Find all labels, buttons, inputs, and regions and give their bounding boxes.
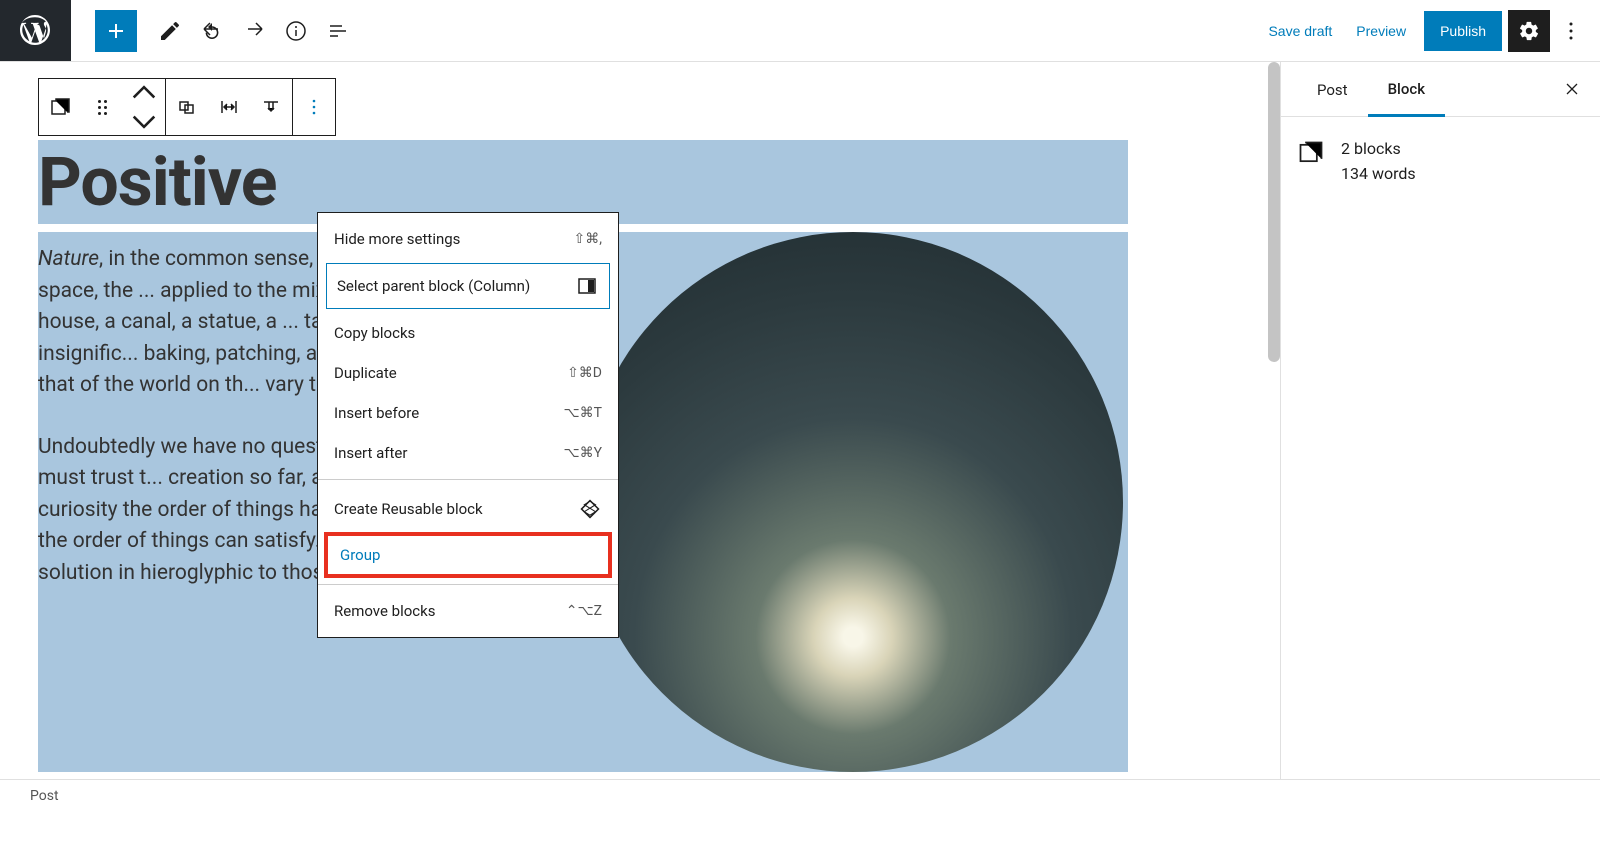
forest-image (583, 232, 1123, 772)
width-button[interactable] (208, 79, 250, 135)
insert-before-item[interactable]: Insert before ⌥⌘T (318, 393, 618, 433)
copy-blocks-item[interactable]: Copy blocks (318, 313, 618, 353)
tab-block[interactable]: Block (1368, 62, 1445, 117)
save-draft-button[interactable]: Save draft (1256, 13, 1344, 49)
group-item-highlight: Group (324, 532, 612, 578)
remove-blocks-item[interactable]: Remove blocks ⌃⌥Z (318, 591, 618, 631)
shortcut-label: ⇧⌘, (574, 231, 603, 247)
shortcut-label: ⇧⌘D (567, 365, 602, 381)
move-buttons[interactable] (123, 79, 165, 135)
create-reusable-block-item[interactable]: Create Reusable block (318, 486, 618, 532)
image-column[interactable] (578, 232, 1128, 772)
shortcut-label: ⌥⌘Y (563, 445, 602, 461)
reusable-icon (578, 497, 602, 521)
add-block-button[interactable] (95, 10, 137, 52)
tools-button[interactable] (149, 10, 191, 52)
hide-more-settings-item[interactable]: Hide more settings ⇧⌘, (318, 219, 618, 259)
block-options-dropdown: Hide more settings ⇧⌘, Select parent blo… (317, 212, 619, 638)
settings-sidebar: Post Block 2 blocks 134 words (1280, 62, 1600, 779)
redo-button[interactable] (233, 10, 275, 52)
settings-button[interactable] (1508, 10, 1550, 52)
columns-icon (1297, 139, 1325, 167)
align-button[interactable] (166, 79, 208, 135)
column-icon (575, 274, 599, 298)
words-count-label: 134 words (1341, 164, 1416, 183)
main-area: Positive Nature, in the common sense, ..… (0, 62, 1600, 779)
insert-after-item[interactable]: Insert after ⌥⌘Y (318, 433, 618, 473)
blocks-count-label: 2 blocks (1341, 139, 1416, 158)
select-parent-block-item[interactable]: Select parent block (Column) (326, 263, 610, 309)
block-toolbar (38, 78, 336, 136)
block-type-icon[interactable] (39, 79, 81, 135)
sidebar-tabs: Post Block (1281, 62, 1600, 117)
info-button[interactable] (275, 10, 317, 52)
shortcut-label: ⌥⌘T (564, 405, 603, 421)
drag-handle[interactable] (81, 79, 123, 135)
block-panel: 2 blocks 134 words (1281, 117, 1600, 205)
wordpress-logo[interactable] (0, 0, 71, 61)
undo-button[interactable] (191, 10, 233, 52)
shortcut-label: ⌃⌥Z (566, 603, 602, 619)
breadcrumb-bar: Post (0, 779, 1600, 811)
vertical-align-button[interactable] (250, 79, 292, 135)
outline-button[interactable] (317, 10, 359, 52)
heading-block[interactable]: Positive (38, 142, 1126, 222)
close-sidebar-button[interactable] (1560, 77, 1584, 101)
tab-post[interactable]: Post (1297, 63, 1368, 115)
top-toolbar: Save draft Preview Publish (0, 0, 1600, 62)
group-item[interactable]: Group (328, 536, 608, 574)
scrollbar[interactable] (1268, 62, 1280, 362)
editor-canvas: Positive Nature, in the common sense, ..… (0, 62, 1280, 779)
preview-button[interactable]: Preview (1344, 13, 1418, 49)
more-options-button[interactable] (1550, 10, 1592, 52)
block-more-button[interactable] (293, 79, 335, 135)
publish-button[interactable]: Publish (1424, 11, 1502, 51)
breadcrumb[interactable]: Post (30, 788, 59, 804)
duplicate-item[interactable]: Duplicate ⇧⌘D (318, 353, 618, 393)
